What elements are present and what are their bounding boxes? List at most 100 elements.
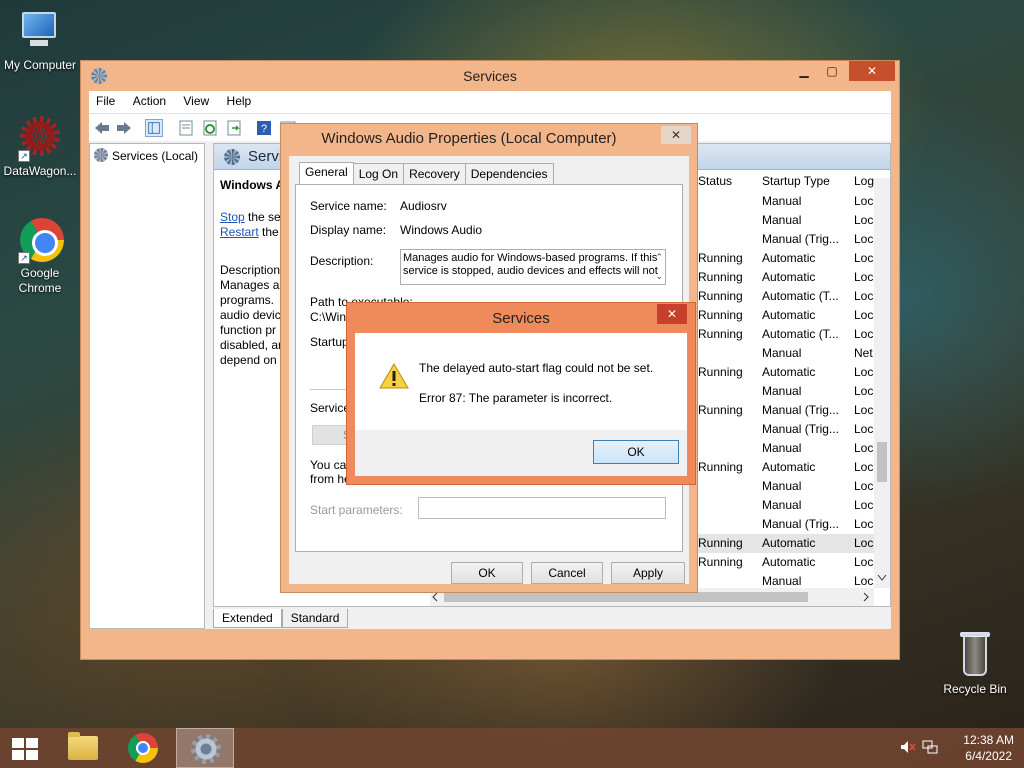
column-header-startup-type[interactable]: Startup Type bbox=[762, 174, 830, 188]
table-row[interactable]: Manual Loc bbox=[694, 192, 890, 211]
properties-close-button[interactable]: ✕ bbox=[661, 126, 691, 144]
export-icon[interactable] bbox=[225, 119, 243, 137]
desktop-icon-recycle-bin[interactable]: Recycle Bin bbox=[935, 632, 1015, 697]
description-line: Manages audio for Windows-based programs… bbox=[403, 252, 658, 264]
table-row[interactable]: Running Manual (Trig... Loc bbox=[694, 401, 890, 420]
startup-type-label: Startup bbox=[310, 335, 349, 349]
services-gear-icon bbox=[191, 734, 221, 764]
table-row[interactable]: Running Automatic (T... Loc bbox=[694, 325, 890, 344]
table-row[interactable]: Running Automatic Loc bbox=[694, 458, 890, 477]
vertical-scrollbar[interactable] bbox=[874, 178, 890, 588]
properties-icon[interactable] bbox=[177, 119, 195, 137]
scroll-down-icon[interactable]: ⌄ bbox=[655, 270, 663, 283]
restart-service-link[interactable]: Restart bbox=[220, 225, 259, 239]
chevron-right-icon[interactable] bbox=[862, 592, 870, 602]
properties-tabs: General Log On Recovery Dependencies bbox=[299, 162, 554, 185]
cell-log: Loc bbox=[854, 555, 874, 569]
services-titlebar[interactable]: Services ▁ ▢ ✕ bbox=[81, 61, 899, 91]
volume-muted-icon[interactable] bbox=[900, 740, 916, 754]
table-row[interactable]: Running Automatic Loc bbox=[694, 306, 890, 325]
error-ok-button[interactable]: OK bbox=[593, 440, 679, 464]
menu-file[interactable]: File bbox=[89, 91, 122, 111]
table-row[interactable]: Manual (Trig... Loc bbox=[694, 420, 890, 439]
maximize-button[interactable]: ▢ bbox=[819, 61, 845, 81]
tree-node-services-local[interactable]: Services (Local) bbox=[94, 148, 198, 163]
error-dialog: Services ✕ The delayed auto-start flag c… bbox=[346, 302, 696, 485]
cell-status: Running bbox=[698, 403, 743, 417]
tab-dependencies[interactable]: Dependencies bbox=[464, 163, 554, 185]
cell-log: Loc bbox=[854, 517, 874, 531]
cell-startup: Manual (Trig... bbox=[762, 422, 839, 436]
chrome-icon bbox=[128, 733, 158, 763]
desktop-icon-chrome[interactable]: ↗ Google Chrome bbox=[0, 216, 80, 296]
desktop-icon-datawagon[interactable]: ↗ DataWagon... bbox=[0, 114, 80, 179]
description-textbox[interactable]: Manages audio for Windows-based programs… bbox=[400, 249, 666, 285]
taskbar-chrome[interactable] bbox=[114, 728, 172, 768]
forward-arrow-icon[interactable] bbox=[115, 119, 133, 137]
start-parameters-input[interactable] bbox=[418, 497, 666, 519]
cell-startup: Manual (Trig... bbox=[762, 232, 839, 246]
menu-action[interactable]: Action bbox=[126, 91, 173, 111]
console-tree: Services (Local) bbox=[89, 143, 205, 629]
column-header-status[interactable]: Status bbox=[698, 174, 732, 188]
datawagon-icon: ↗ bbox=[16, 114, 64, 162]
services-gear-icon bbox=[94, 148, 108, 162]
cell-log: Loc bbox=[854, 308, 874, 322]
tab-standard[interactable]: Standard bbox=[281, 609, 349, 628]
network-icon[interactable] bbox=[922, 740, 938, 754]
warning-icon bbox=[379, 363, 409, 389]
clock[interactable]: 12:38 AM 6/4/2022 bbox=[963, 732, 1014, 764]
table-row[interactable]: Running Automatic Loc bbox=[694, 249, 890, 268]
table-row[interactable]: Manual Loc bbox=[694, 211, 890, 230]
properties-ok-button[interactable]: OK bbox=[451, 562, 523, 584]
table-row[interactable]: Running Automatic Loc bbox=[694, 268, 890, 287]
cell-startup: Automatic (T... bbox=[762, 289, 839, 303]
tab-general[interactable]: General bbox=[299, 162, 354, 185]
table-row[interactable]: Manual Loc bbox=[694, 382, 890, 401]
table-row[interactable]: Manual (Trig... Loc bbox=[694, 230, 890, 249]
desktop-icon-my-computer[interactable]: My Computer bbox=[0, 8, 80, 73]
cell-startup: Manual bbox=[762, 384, 802, 398]
error-close-button[interactable]: ✕ bbox=[657, 304, 687, 324]
table-row[interactable]: Manual Net bbox=[694, 344, 890, 363]
help-icon[interactable]: ? bbox=[255, 119, 273, 137]
table-row[interactable]: Running Automatic Loc bbox=[694, 534, 890, 553]
display-name-label: Display name: bbox=[310, 223, 387, 237]
taskbar-file-explorer[interactable] bbox=[52, 728, 110, 768]
stop-service-link[interactable]: Stop bbox=[220, 210, 245, 224]
tab-log-on[interactable]: Log On bbox=[352, 163, 405, 185]
start-button[interactable] bbox=[0, 728, 58, 768]
cell-log: Loc bbox=[854, 194, 874, 208]
chevron-left-icon[interactable] bbox=[431, 592, 439, 602]
properties-apply-button[interactable]: Apply bbox=[611, 562, 685, 584]
refresh-icon[interactable] bbox=[201, 119, 219, 137]
table-row[interactable]: Manual Loc bbox=[694, 477, 890, 496]
error-body: The delayed auto-start flag could not be… bbox=[355, 333, 687, 476]
table-row[interactable]: Running Automatic Loc bbox=[694, 363, 890, 382]
menu-view[interactable]: View bbox=[176, 91, 216, 111]
cell-log: Loc bbox=[854, 289, 874, 303]
tab-extended[interactable]: Extended bbox=[213, 609, 282, 628]
cell-log: Loc bbox=[854, 384, 874, 398]
cell-startup: Manual bbox=[762, 498, 802, 512]
desktop-icon-label: Google Chrome bbox=[18, 266, 62, 295]
scroll-up-icon[interactable]: ⌃ bbox=[655, 251, 663, 264]
table-row[interactable]: Manual Loc bbox=[694, 496, 890, 515]
close-button[interactable]: ✕ bbox=[849, 61, 895, 81]
minimize-button[interactable]: ▁ bbox=[791, 61, 817, 81]
column-header-log-on[interactable]: Log bbox=[854, 174, 874, 188]
menu-help[interactable]: Help bbox=[220, 91, 259, 111]
tab-recovery[interactable]: Recovery bbox=[403, 163, 466, 185]
cell-log: Loc bbox=[854, 365, 874, 379]
tree-node-label: Services (Local) bbox=[112, 149, 199, 163]
taskbar-services[interactable] bbox=[176, 728, 234, 768]
show-tree-icon[interactable] bbox=[145, 119, 163, 137]
taskbar: 12:38 AM 6/4/2022 bbox=[0, 728, 1024, 768]
properties-cancel-button[interactable]: Cancel bbox=[531, 562, 603, 584]
table-row[interactable]: Manual (Trig... Loc bbox=[694, 515, 890, 534]
table-row[interactable]: Running Automatic (T... Loc bbox=[694, 287, 890, 306]
chevron-down-icon[interactable] bbox=[877, 574, 887, 582]
back-arrow-icon[interactable] bbox=[93, 119, 111, 137]
table-row[interactable]: Manual Loc bbox=[694, 439, 890, 458]
table-row[interactable]: Running Automatic Loc bbox=[694, 553, 890, 572]
